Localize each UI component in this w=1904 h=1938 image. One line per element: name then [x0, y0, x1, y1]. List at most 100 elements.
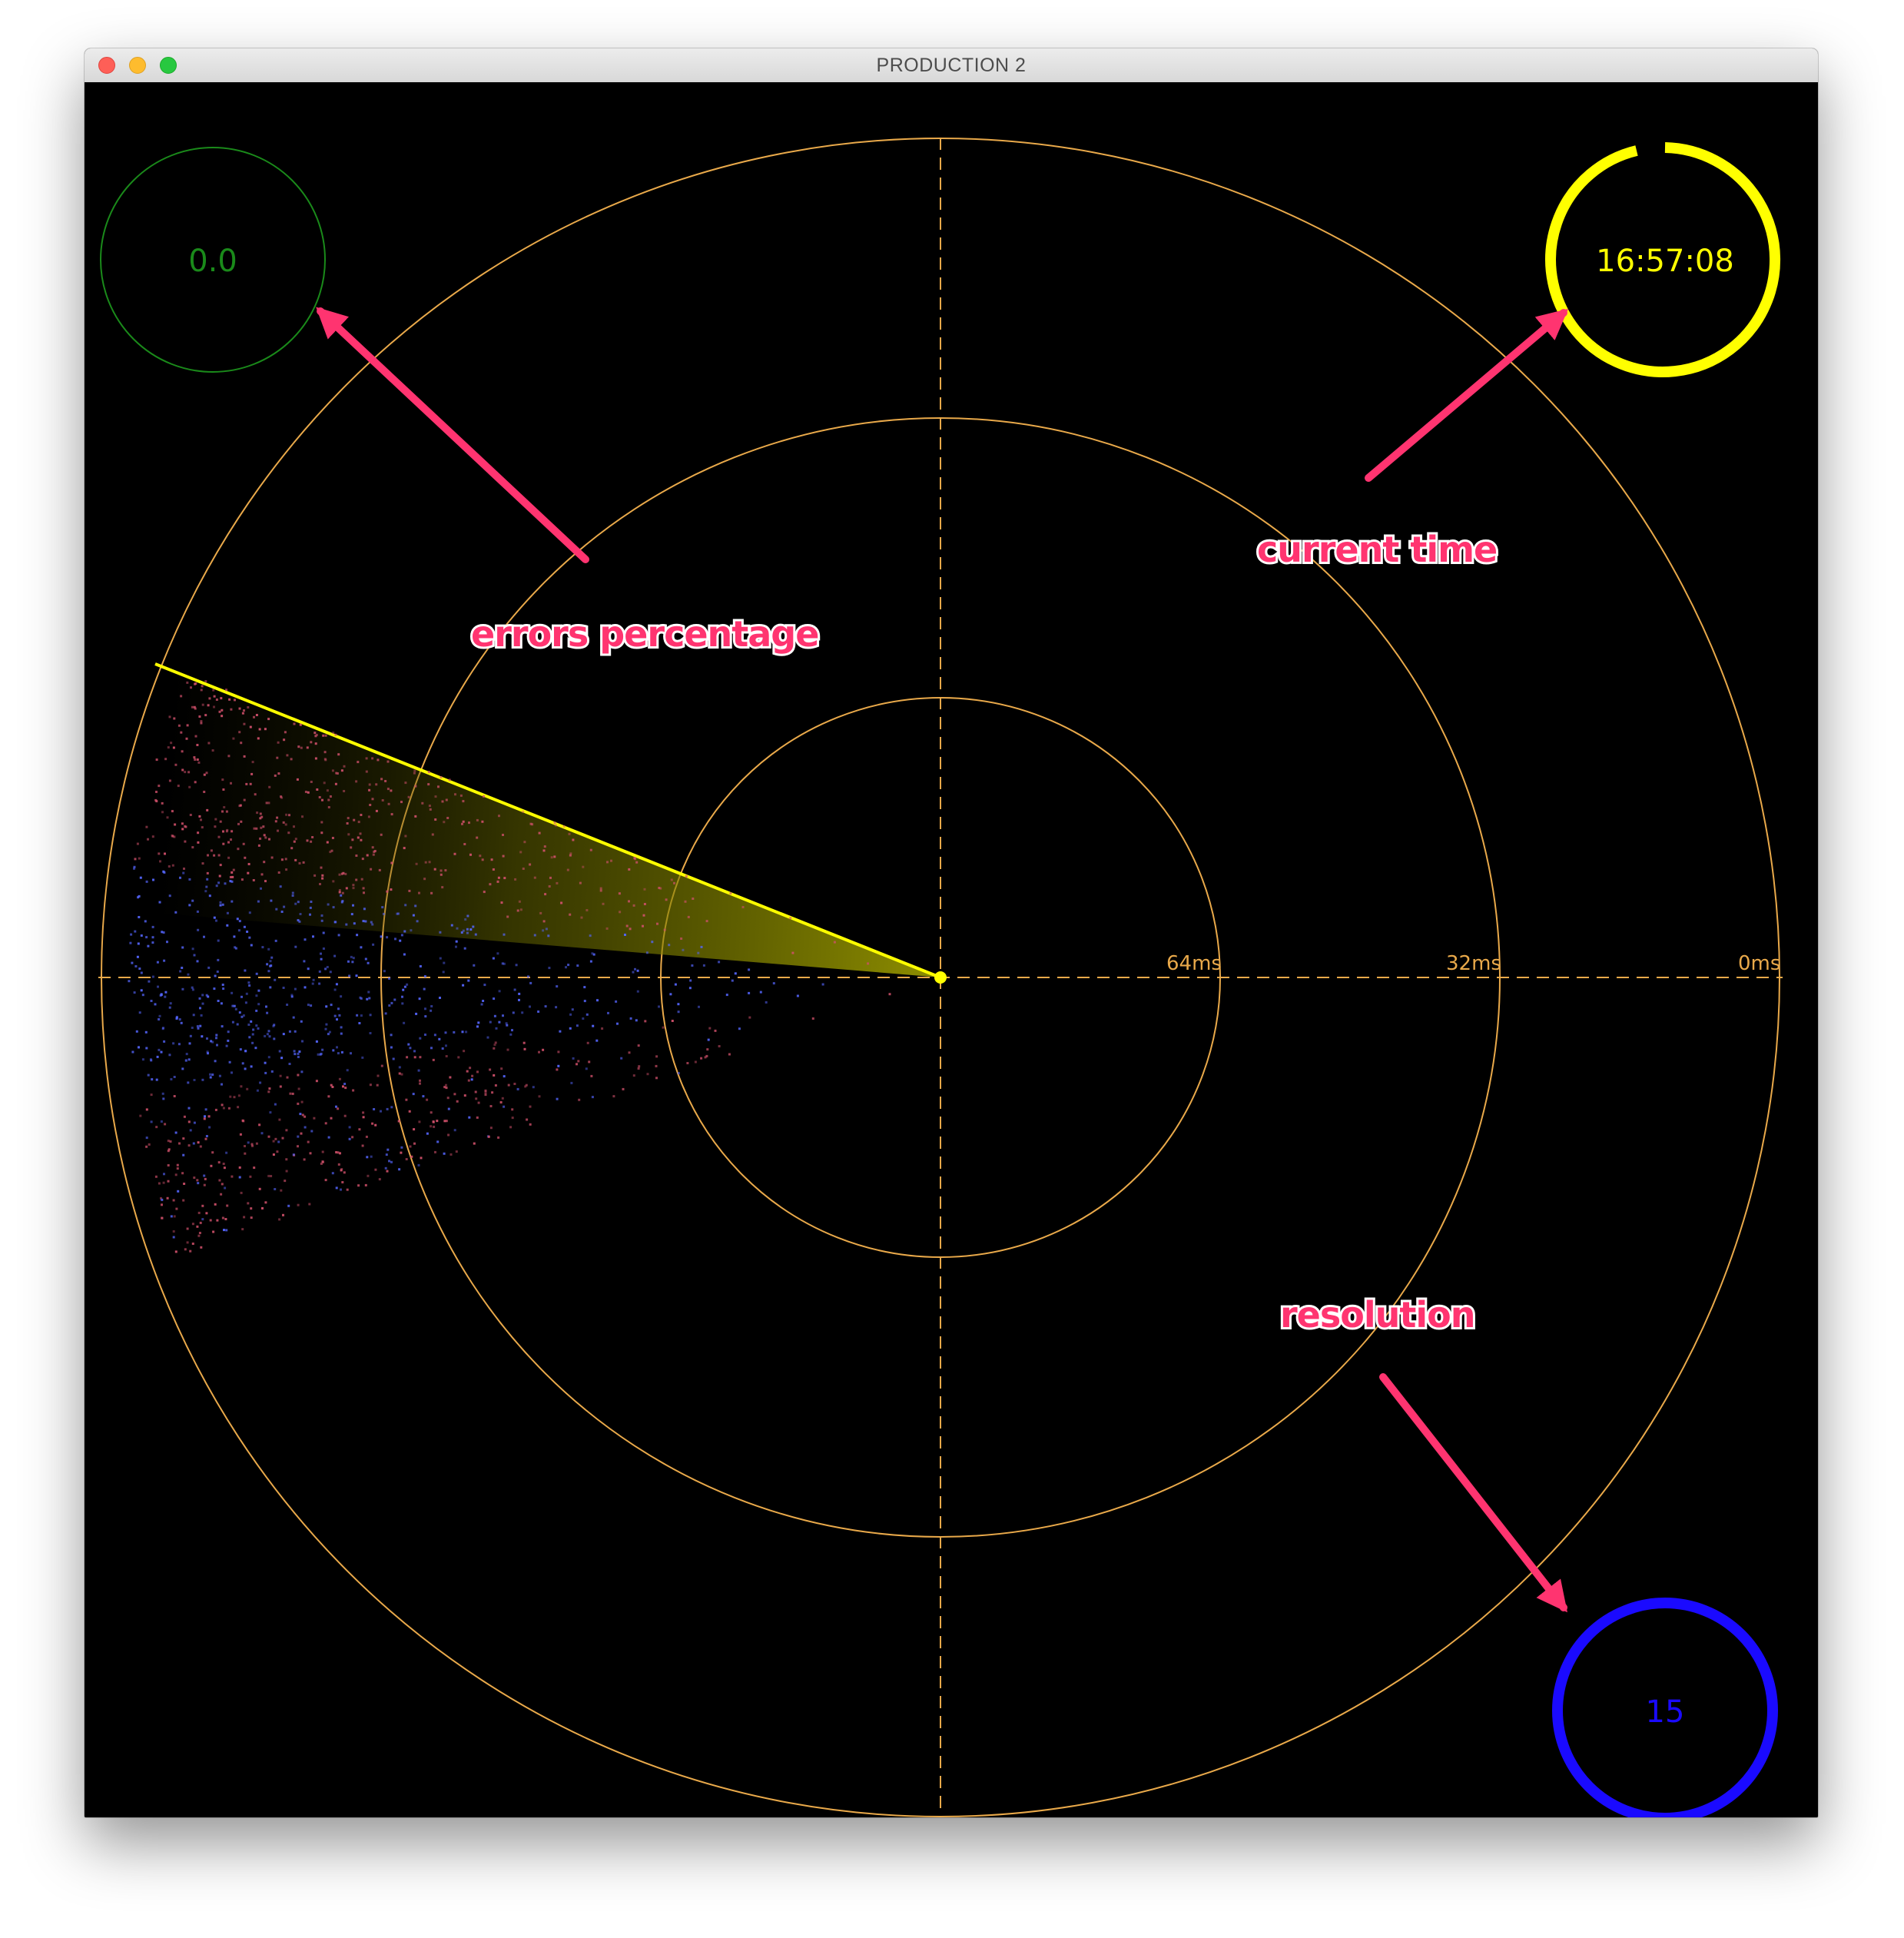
latency-point [532, 1086, 535, 1089]
annotation-resolution-label: resolution [1280, 1294, 1475, 1336]
latency-point [158, 1014, 161, 1017]
latency-point [131, 961, 134, 964]
latency-point [624, 934, 626, 936]
latency-point [140, 971, 143, 974]
latency-point [320, 957, 323, 961]
latency-point [759, 991, 762, 994]
latency-point [174, 823, 177, 826]
latency-point [151, 936, 154, 939]
latency-point [184, 825, 187, 828]
latency-point [289, 1092, 292, 1095]
latency-point [301, 1040, 304, 1043]
latency-point [130, 933, 133, 936]
latency-point [462, 820, 465, 823]
latency-point [368, 783, 371, 786]
latency-point [469, 853, 472, 856]
latency-point [294, 838, 297, 841]
latency-point [291, 894, 294, 897]
latency-point [644, 1020, 647, 1023]
latency-point [403, 847, 406, 850]
latency-point [459, 794, 463, 797]
latency-point [350, 1052, 352, 1055]
latency-point [363, 891, 365, 894]
latency-point [698, 1005, 700, 1008]
latency-point [351, 838, 354, 841]
latency-point [521, 1011, 524, 1014]
latency-point [191, 705, 194, 708]
latency-point [187, 1120, 191, 1123]
latency-point [297, 1074, 300, 1077]
latency-point [259, 812, 262, 815]
latency-point [181, 1067, 184, 1070]
latency-point [436, 1140, 440, 1143]
latency-point [237, 848, 240, 851]
latency-point [324, 1179, 327, 1182]
latency-point [585, 1013, 589, 1016]
latency-point [290, 994, 294, 997]
latency-point [243, 1216, 246, 1219]
latency-point [282, 987, 285, 989]
latency-point [301, 815, 304, 818]
latency-point [422, 1095, 425, 1098]
latency-point [585, 1067, 588, 1070]
latency-point [326, 841, 329, 844]
latency-point [728, 1053, 731, 1056]
latency-point [400, 1146, 403, 1149]
latency-point [400, 801, 403, 804]
latency-point [656, 922, 658, 925]
latency-point [181, 946, 184, 949]
latency-point [375, 783, 378, 786]
latency-point [219, 904, 222, 907]
latency-point [200, 1246, 203, 1249]
latency-point [204, 1177, 207, 1180]
latency-point [506, 1048, 509, 1051]
latency-point [218, 874, 221, 878]
latency-point [181, 1172, 184, 1175]
latency-point [545, 928, 548, 931]
latency-point [201, 1218, 204, 1221]
latency-point [569, 1027, 572, 1030]
latency-point [248, 936, 251, 939]
latency-point [476, 1070, 479, 1074]
latency-point [205, 885, 208, 888]
latency-point [522, 1041, 526, 1044]
latency-point [502, 1014, 504, 1017]
latency-point [403, 930, 406, 933]
latency-point [304, 986, 307, 989]
latency-point [184, 840, 187, 843]
latency-point [187, 1107, 191, 1110]
latency-point [200, 689, 203, 692]
latency-point [331, 1086, 334, 1088]
latency-point [148, 980, 151, 983]
latency-point [359, 832, 362, 835]
latency-point [322, 1160, 324, 1163]
latency-point [542, 1048, 545, 1051]
latency-point [329, 971, 332, 974]
latency-point [174, 1250, 177, 1253]
latency-point [284, 823, 287, 826]
latency-point [454, 793, 456, 796]
latency-point [486, 1036, 489, 1039]
latency-point [278, 1050, 281, 1053]
latency-point [205, 1135, 208, 1137]
latency-point [187, 1144, 191, 1147]
latency-point [367, 1174, 370, 1177]
latency-point [380, 935, 383, 938]
latency-point [463, 843, 466, 845]
latency-point [158, 1018, 161, 1020]
latency-point [423, 975, 426, 978]
latency-point [247, 1141, 250, 1144]
latency-point [221, 903, 224, 906]
latency-point [628, 868, 631, 871]
latency-point [230, 782, 232, 785]
latency-point [184, 771, 187, 774]
latency-point [357, 821, 360, 824]
latency-point [264, 728, 267, 731]
latency-point [182, 1137, 185, 1140]
latency-point [390, 813, 393, 816]
latency-point [168, 1054, 171, 1057]
latency-point [360, 878, 363, 881]
latency-point [484, 1089, 487, 1092]
title-bar[interactable]: PRODUCTION 2 [85, 48, 1818, 83]
latency-point [704, 1056, 707, 1059]
